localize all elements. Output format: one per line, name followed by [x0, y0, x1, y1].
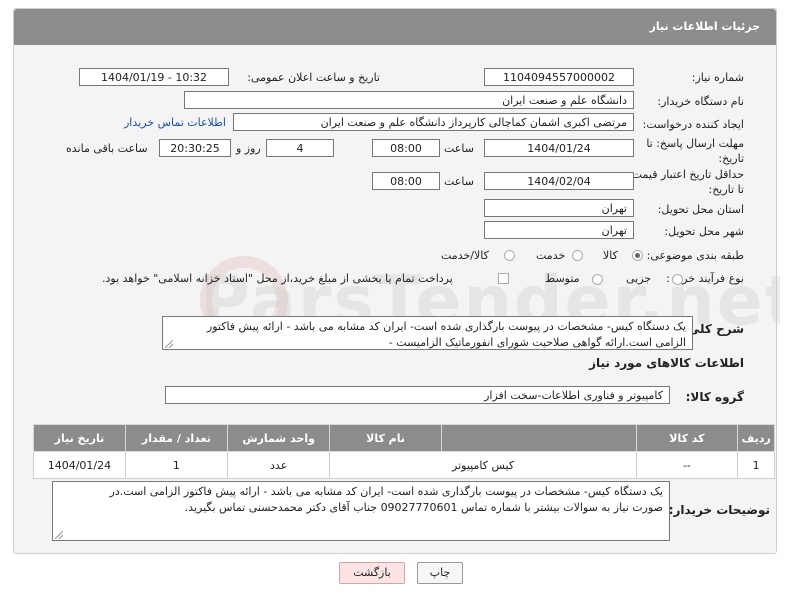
announce-field: 1404/01/19 - 10:32 — [79, 68, 229, 86]
goods-group-label: گروه کالا: — [685, 390, 744, 404]
panel-title: جزئیات اطلاعات نیاز — [649, 20, 761, 33]
col-date: تاریخ نیاز — [33, 424, 126, 452]
print-button[interactable]: چاپ — [417, 562, 463, 584]
purchase-option-medium: متوسط — [545, 272, 580, 285]
cell-unit: عدد — [226, 451, 331, 479]
need-number-label: شماره نیاز: — [691, 71, 744, 84]
deadline-time-field: 08:00 — [372, 139, 440, 157]
items-table: تاریخ نیاز تعداد / مقدار واحد شمارش نام … — [33, 424, 775, 479]
min-price-date-field: 1404/02/04 — [484, 172, 634, 190]
back-button[interactable]: بازگشت — [339, 562, 405, 584]
buyer-notes-label: توضیحات خریدار: — [668, 503, 770, 517]
col-code: کد کالا — [635, 424, 739, 452]
buyer-notes-line-1: یک دستگاه کیس- مشخصات در پیوست بارگذاری … — [109, 485, 663, 498]
resize-grip-icon[interactable] — [165, 340, 173, 348]
days-field: 4 — [266, 139, 334, 157]
summary-textarea[interactable]: یک دستگاه کیس- مشخصات در پیوست بارگذاری … — [162, 316, 693, 350]
category-radio-goods-service[interactable] — [504, 250, 515, 261]
buyer-contact-link[interactable]: اطلاعات تماس خریدار — [124, 116, 226, 129]
category-option-goods-service: کالا/خدمت — [441, 249, 489, 262]
min-price-time-label: ساعت — [444, 175, 474, 188]
col-name: نام کالا — [329, 424, 442, 452]
col-spacer — [440, 424, 637, 452]
remaining-time-field: 20:30:25 — [159, 139, 231, 157]
buyer-org-field: دانشگاه علم و صنعت ایران — [184, 91, 634, 109]
deadline-label: مهلت ارسال پاسخ: تا — [646, 137, 744, 150]
min-price-label-2: تا تاریخ: — [708, 183, 744, 196]
deadline-time-label: ساعت — [444, 142, 474, 155]
cell-date: 1404/01/24 — [33, 451, 126, 479]
deadline-date-field: 1404/01/24 — [484, 139, 634, 157]
summary-line-2: الزامی است.ارائه گواهی صلاحیت شورای انفو… — [388, 336, 686, 349]
col-qty: تعداد / مقدار — [124, 424, 228, 452]
need-number-field: 1104094557000002 — [484, 68, 634, 86]
buyer-notes-textarea[interactable]: یک دستگاه کیس- مشخصات در پیوست بارگذاری … — [52, 481, 670, 541]
category-label: طبقه بندی موضوعی: — [646, 249, 744, 262]
cell-row: 1 — [737, 451, 775, 479]
days-label: روز و — [236, 142, 261, 155]
col-unit: واحد شمارش — [226, 424, 331, 452]
category-option-service: خدمت — [536, 249, 566, 262]
buyer-notes-line-2: صورت نیاز به سوالات بیشتر با شماره تماس … — [184, 501, 663, 514]
min-price-time-field: 08:00 — [372, 172, 440, 190]
city-label: شهر محل تحویل: — [664, 225, 744, 238]
purchase-radio-medium[interactable] — [592, 274, 603, 285]
cell-name: کیس کامپیوتر — [329, 451, 637, 479]
remaining-label: ساعت باقی مانده — [66, 142, 148, 155]
category-radio-service[interactable] — [572, 250, 583, 261]
table-header-row: تاریخ نیاز تعداد / مقدار واحد شمارش نام … — [33, 424, 775, 452]
city-field: تهران — [484, 221, 634, 239]
col-row: ردیف — [737, 424, 775, 452]
requester-field: مرتضی اکبری اشمان کماچالی کارپرداز دانشگ… — [233, 113, 634, 131]
min-price-label: حداقل تاریخ اعتبار قیمت: — [628, 168, 744, 181]
province-label: استان محل تحویل: — [657, 203, 744, 216]
resize-grip-icon[interactable] — [55, 531, 63, 539]
buyer-org-label: نام دستگاه خریدار: — [657, 95, 744, 108]
goods-info-title: اطلاعات کالاهای مورد نیاز — [589, 356, 744, 370]
announce-label: تاریخ و ساعت اعلان عمومی: — [247, 71, 380, 84]
cell-code: -- — [635, 451, 739, 479]
panel-header: جزئیات اطلاعات نیاز — [14, 9, 776, 45]
treasury-checkbox[interactable] — [498, 273, 509, 284]
category-radio-goods[interactable] — [632, 250, 643, 261]
province-field: تهران — [484, 199, 634, 217]
treasury-note: پرداخت تمام یا بخشی از مبلغ خرید،از محل … — [102, 272, 453, 285]
category-option-goods: کالا — [603, 249, 618, 262]
goods-group-field: کامپیوتر و فناوری اطلاعات-سخت افزار — [165, 386, 670, 404]
requester-label: ایجاد کننده درخواست: — [642, 118, 744, 131]
cell-qty: 1 — [124, 451, 228, 479]
table-row: 1404/01/24 1 عدد کیس کامپیوتر -- 1 — [33, 451, 775, 479]
purchase-radio-minor[interactable] — [672, 274, 683, 285]
purchase-option-minor: جزیی — [626, 272, 652, 285]
summary-line-1: یک دستگاه کیس- مشخصات در پیوست بارگذاری … — [206, 320, 686, 333]
deadline-label-2: تاریخ: — [718, 152, 744, 165]
